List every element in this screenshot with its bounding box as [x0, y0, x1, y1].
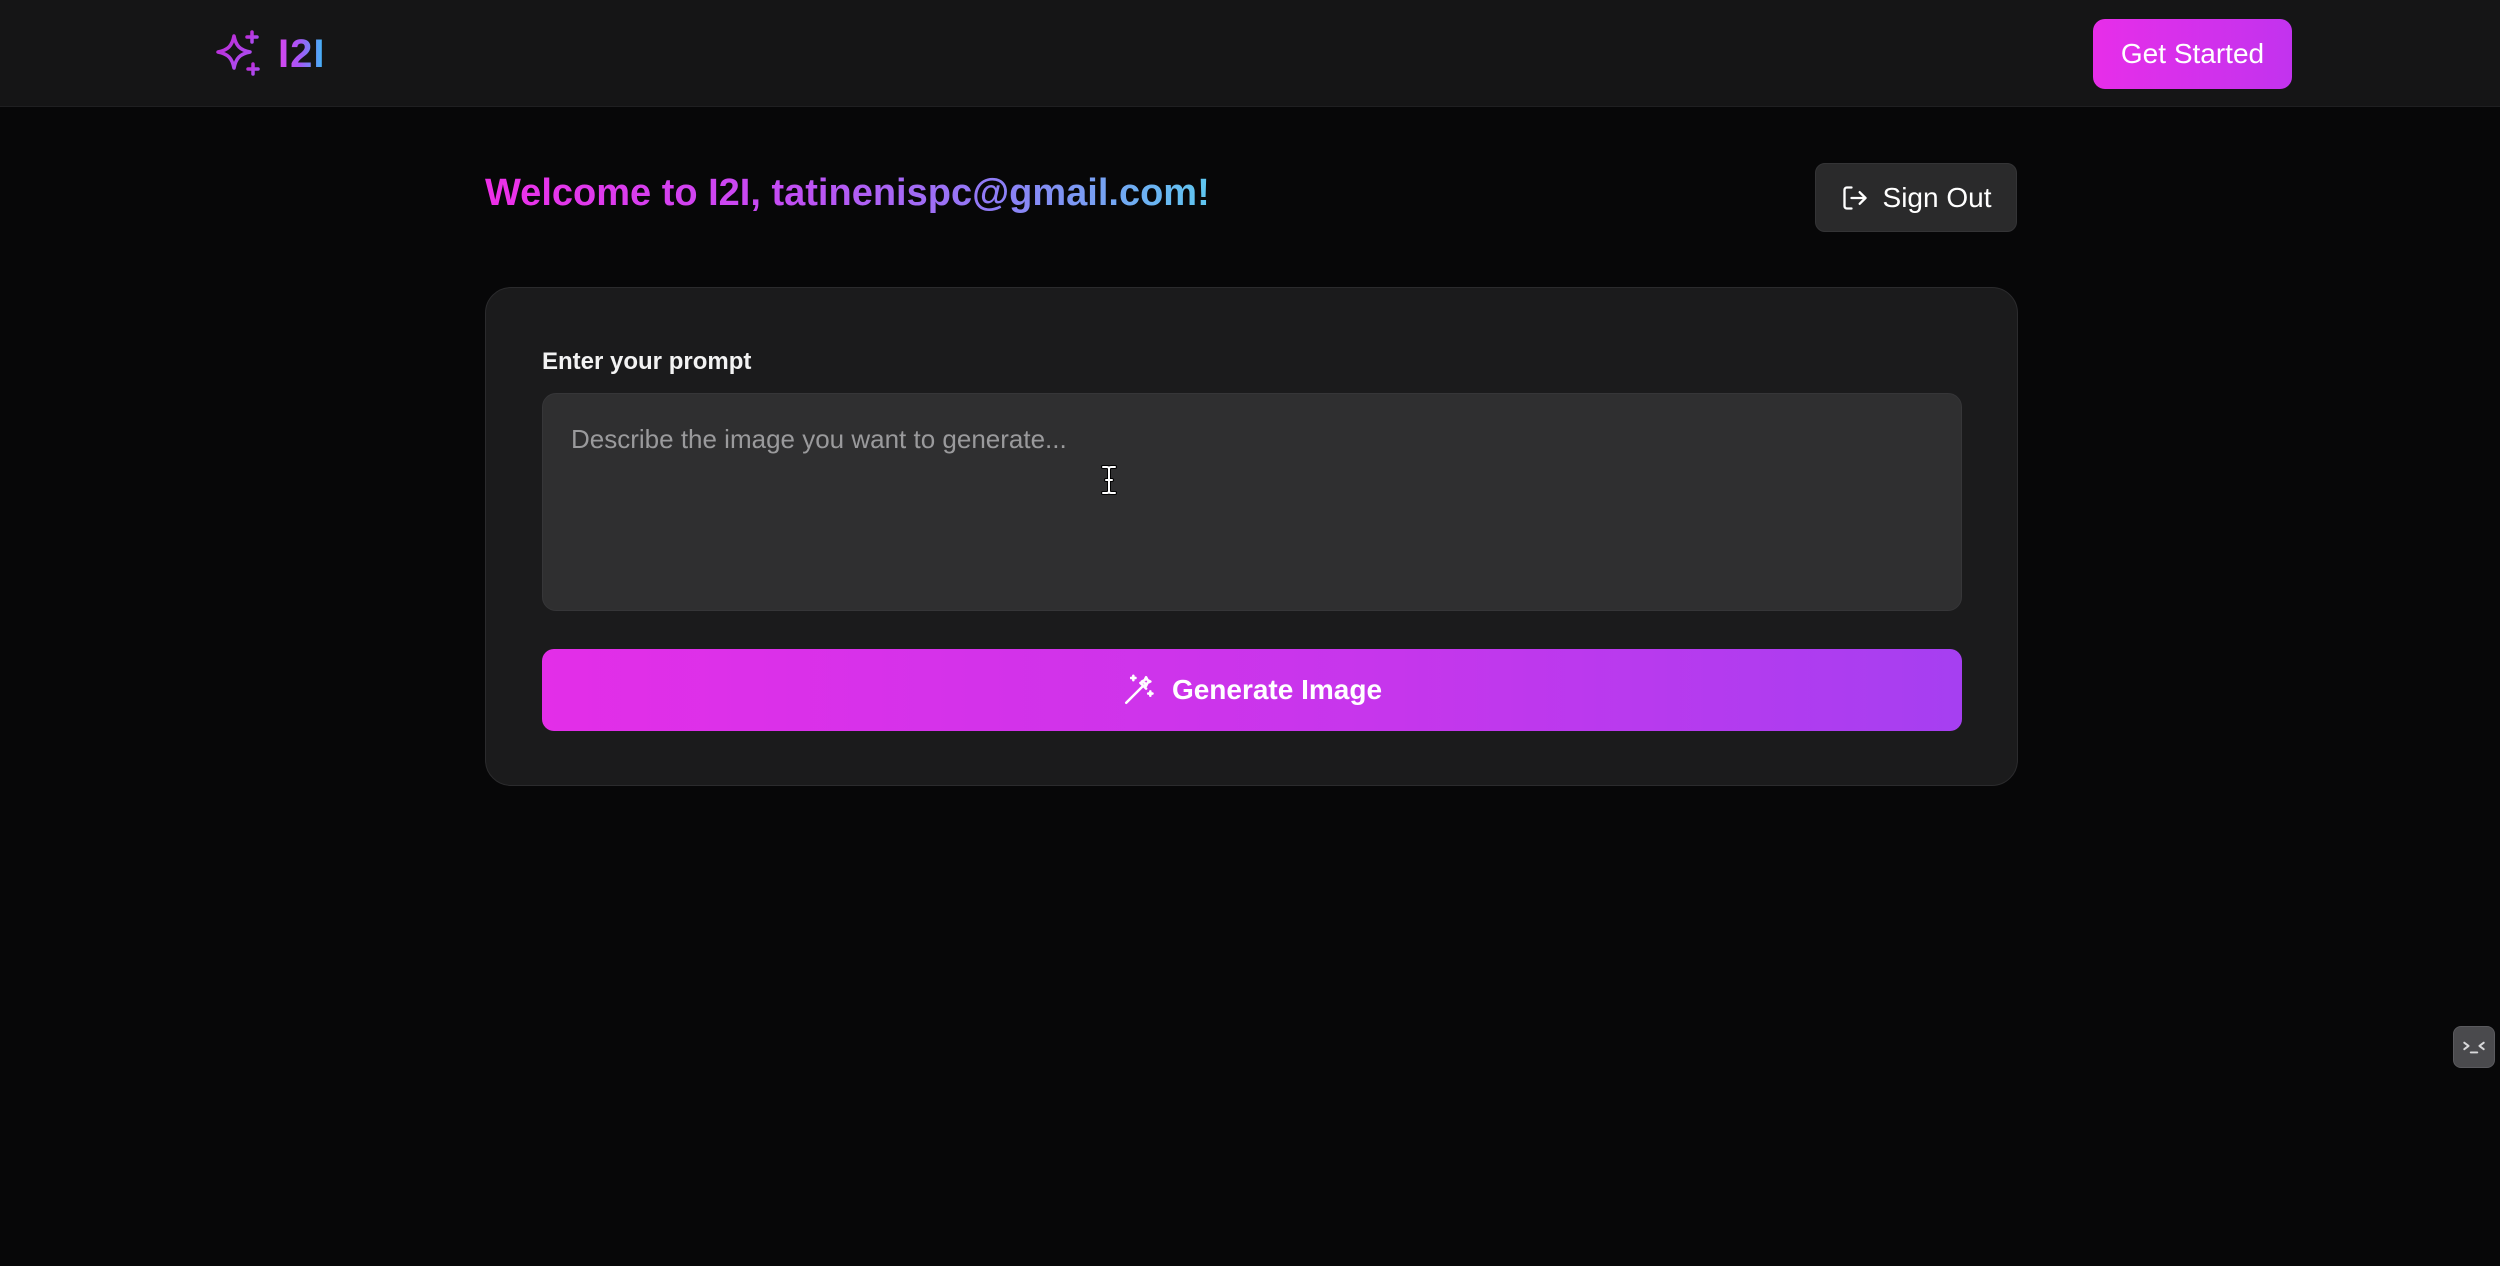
log-out-icon: [1842, 185, 1867, 210]
welcome-heading: Welcome to I2I, tatinenispc@gmail.com!: [485, 172, 1210, 214]
prompt-textarea[interactable]: [542, 393, 1962, 611]
sparkles-icon: [216, 30, 260, 76]
sign-out-button[interactable]: Sign Out: [1815, 163, 2017, 232]
magic-wand-icon: [1124, 674, 1154, 705]
collapse-icon: [2463, 1041, 2485, 1054]
generate-image-label: Generate Image: [1171, 674, 1383, 705]
prompt-label: Enter your prompt: [542, 348, 752, 375]
get-started-button[interactable]: Get Started: [2093, 19, 2292, 89]
prompt-card: Enter your prompt Generate Image: [485, 287, 2018, 786]
generate-image-button[interactable]: Generate Image: [542, 649, 1962, 731]
brand-logo[interactable]: I2I: [212, 26, 325, 82]
top-navbar: I2I Get Started: [0, 0, 2500, 107]
brand-name: I2I: [278, 31, 326, 76]
sign-out-label: Sign Out: [1882, 181, 1992, 213]
side-widget-button[interactable]: [2453, 1026, 2495, 1068]
